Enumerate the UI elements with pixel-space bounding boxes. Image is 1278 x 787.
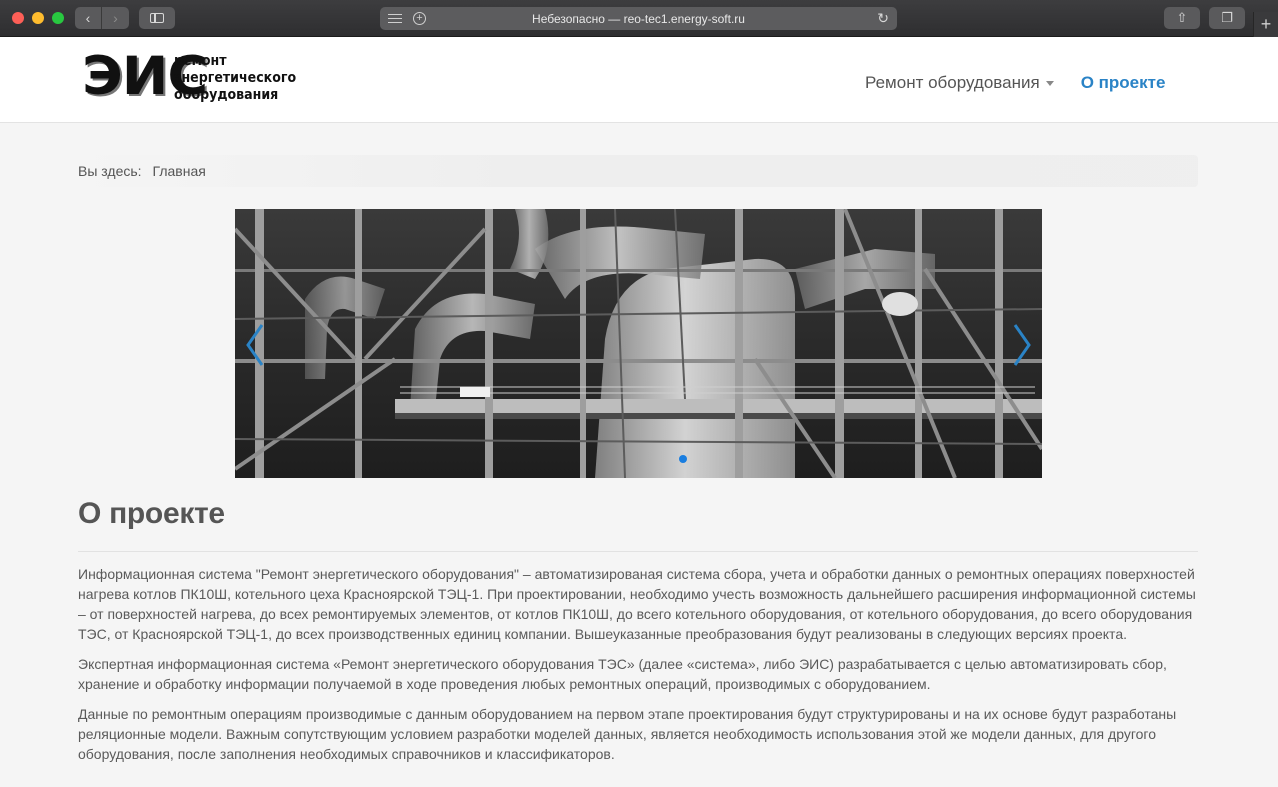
history-nav: ‹ › — [75, 7, 129, 29]
logo-line-3: оборудования — [174, 87, 279, 103]
window-zoom-button[interactable] — [52, 12, 64, 24]
image-carousel — [235, 209, 1042, 478]
breadcrumb-prefix: Вы здесь: — [78, 163, 142, 179]
tabs-icon: ❐ — [1221, 10, 1233, 25]
sidebar-icon — [150, 13, 164, 23]
address-bar[interactable]: + Небезопасно — reo-tec1.energy-soft.ru … — [380, 7, 897, 30]
share-icon: ⇧ — [1176, 10, 1188, 25]
article-paragraph: Экспертная информационная система «Ремон… — [78, 656, 1167, 692]
nav-repair-label: Ремонт оборудования — [865, 73, 1040, 92]
site-header: ЭИС ремонт энергетического оборудования … — [0, 37, 1278, 123]
chevron-down-icon — [1045, 80, 1054, 86]
nav-repair-equipment[interactable]: Ремонт оборудования — [865, 73, 1054, 93]
browser-toolbar: ‹ › + Небезопасно — reo-tec1.energy-soft… — [0, 0, 1278, 38]
forward-button[interactable]: › — [102, 7, 129, 29]
carousel-prev-arrow[interactable] — [245, 323, 265, 367]
logo-line-1: ремонт — [174, 53, 227, 69]
title-divider — [78, 551, 1198, 552]
article-body: Информационная система "Ремонт энергетич… — [78, 564, 1203, 774]
logo-text: ремонт энергетического оборудования — [174, 53, 296, 104]
logo-line-2: энергетического — [174, 70, 297, 86]
breadcrumb: Вы здесь: Главная — [78, 155, 1198, 187]
share-button[interactable]: ⇧ — [1164, 7, 1200, 29]
page-title: О проекте — [78, 497, 225, 530]
reload-icon[interactable]: ↻ — [877, 10, 889, 27]
window-minimize-button[interactable] — [32, 12, 44, 24]
carousel-next-arrow[interactable] — [1012, 323, 1032, 367]
industrial-boiler-photo — [235, 209, 1042, 478]
new-tab-button[interactable]: + — [1253, 12, 1278, 38]
address-text: Небезопасно — reo-tec1.energy-soft.ru — [532, 12, 745, 26]
article-paragraph: Информационная система "Ремонт энергетич… — [78, 566, 1196, 642]
back-button[interactable]: ‹ — [75, 7, 102, 29]
window-close-button[interactable] — [12, 12, 24, 24]
site-logo[interactable]: ЭИС ремонт энергетического оборудования — [82, 50, 302, 106]
carousel-indicator-dot[interactable] — [679, 455, 687, 463]
article-paragraph: Данные по ремонтным операциям производим… — [78, 706, 1177, 762]
nav-about[interactable]: О проекте — [1081, 73, 1166, 93]
sidebar-toggle-button[interactable] — [139, 7, 175, 29]
breadcrumb-home-link[interactable]: Главная — [153, 163, 206, 179]
show-tabs-button[interactable]: ❐ — [1209, 7, 1245, 29]
main-nav: Ремонт оборудования О проекте — [865, 73, 1165, 93]
